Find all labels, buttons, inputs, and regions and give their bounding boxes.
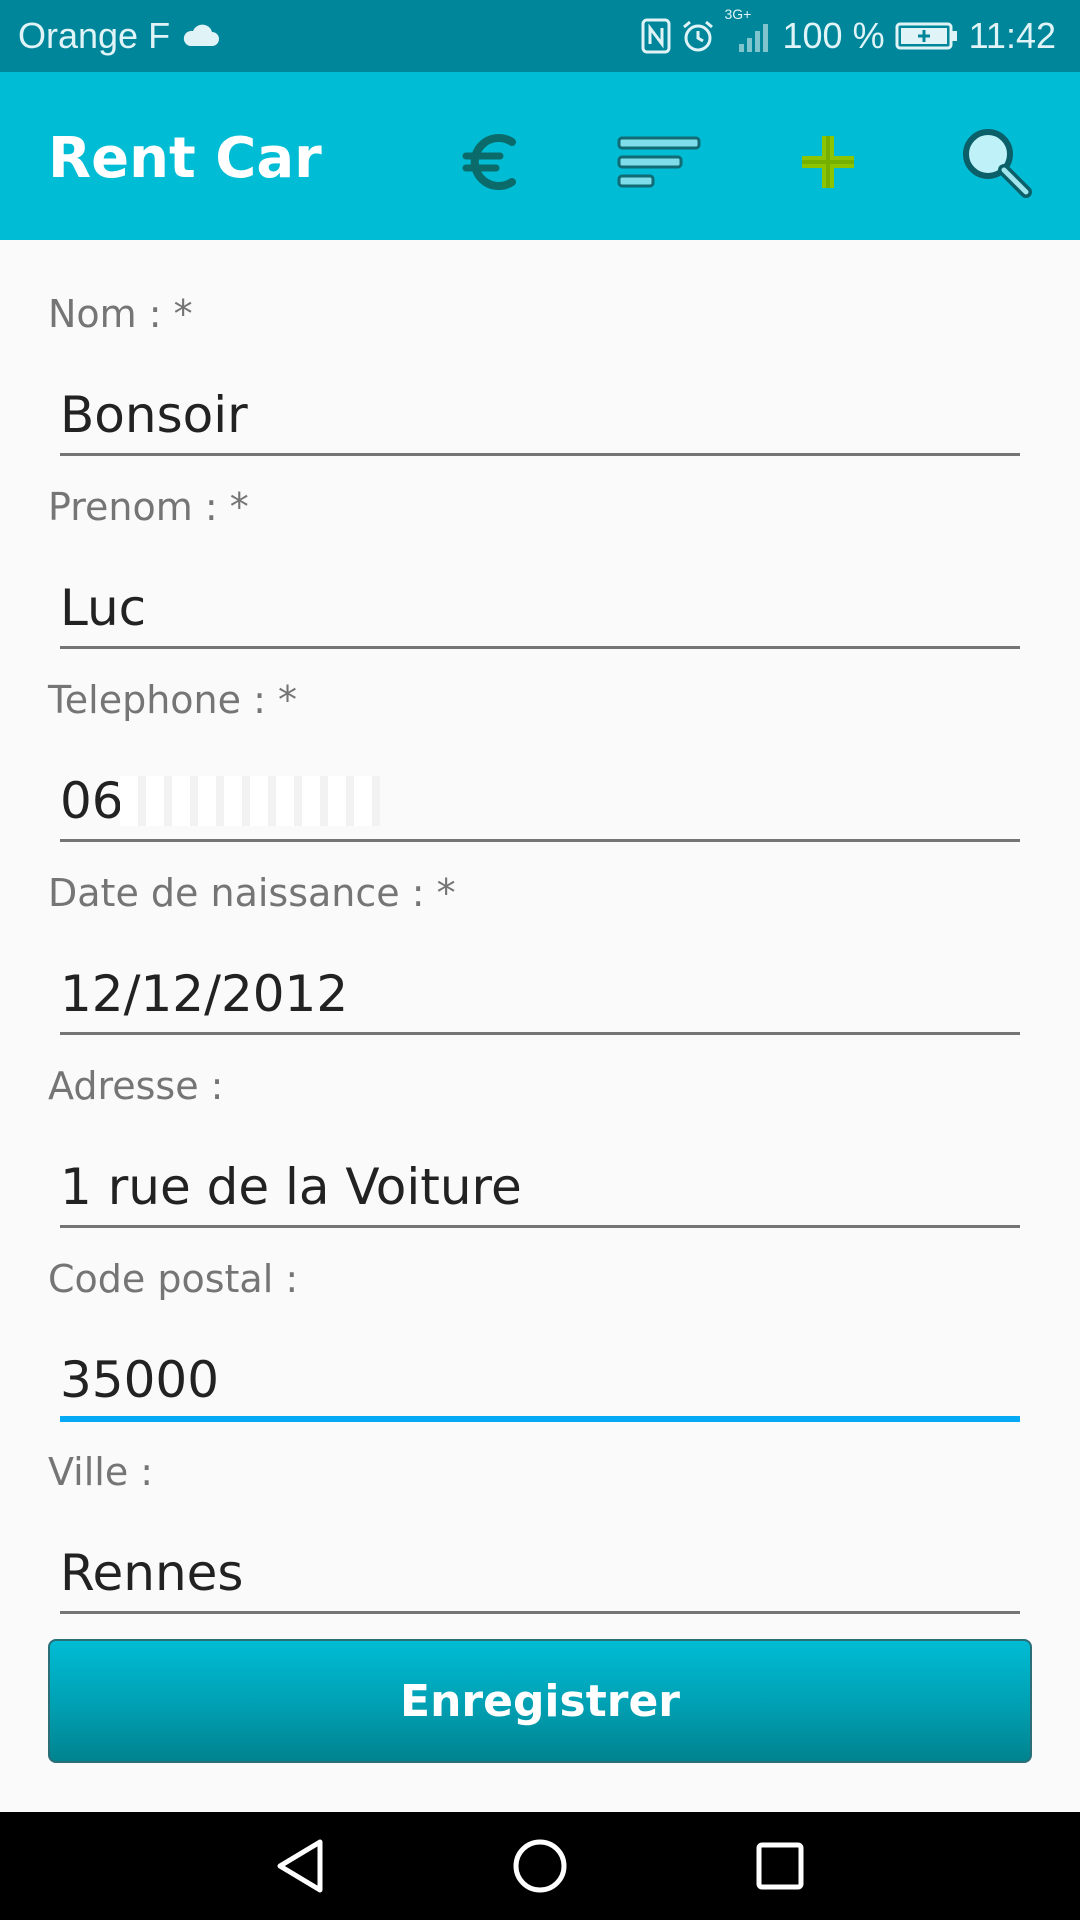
- euro-button[interactable]: [444, 114, 540, 210]
- nav-bar: [0, 1812, 1080, 1920]
- search-button[interactable]: [948, 114, 1044, 210]
- code-postal-field: Code postal :: [0, 1205, 1080, 1422]
- back-button[interactable]: [260, 1826, 340, 1906]
- app-bar: Rent Car: [0, 72, 1080, 240]
- ville-label: Ville :: [48, 1450, 154, 1494]
- back-icon: [277, 1839, 323, 1893]
- birthdate-label: Date de naissance : *: [48, 871, 456, 915]
- carrier-name: Orange F: [18, 15, 171, 56]
- nfc-icon: [641, 18, 671, 54]
- telephone-label: Telephone : *: [48, 678, 297, 722]
- network-type: 3G+: [724, 6, 752, 22]
- status-right: 3G+ 100 % 11:42: [641, 6, 1056, 57]
- ville-field: Ville :: [0, 1398, 1080, 1614]
- clock: 11:42: [968, 15, 1056, 56]
- euro-icon: [462, 134, 516, 190]
- status-bar: Orange F 3G+ 100 % 11:42: [0, 0, 1080, 72]
- battery-percent: 100 %: [782, 15, 885, 56]
- cloud-icon: [180, 22, 220, 50]
- adresse-label: Adresse :: [48, 1064, 224, 1108]
- app-title: Rent Car: [48, 126, 322, 191]
- ville-input[interactable]: [60, 1535, 1020, 1610]
- prenom-field: Prenom : *: [0, 433, 1080, 649]
- nom-label: Nom : *: [48, 292, 193, 336]
- birthdate-field: Date de naissance : *: [0, 819, 1080, 1035]
- recents-icon: [756, 1842, 804, 1890]
- nom-field: Nom : *: [0, 240, 1080, 456]
- ville-underline: [60, 1611, 1020, 1614]
- code-postal-label: Code postal :: [48, 1257, 299, 1301]
- adresse-field: Adresse :: [0, 1012, 1080, 1228]
- add-button[interactable]: [780, 114, 876, 210]
- search-icon: [963, 129, 1032, 198]
- home-icon: [513, 1839, 567, 1893]
- add-icon: [802, 136, 854, 188]
- alarm-icon: [681, 19, 715, 53]
- battery-icon: [895, 21, 959, 51]
- home-button[interactable]: [500, 1826, 580, 1906]
- sort-icon: [617, 136, 701, 188]
- recents-button[interactable]: [740, 1826, 820, 1906]
- prenom-label: Prenom : *: [48, 485, 249, 529]
- status-left: Orange F: [18, 15, 220, 57]
- telephone-field: Telephone : *: [0, 626, 1080, 842]
- sort-button[interactable]: [612, 114, 708, 210]
- save-button[interactable]: Enregistrer: [48, 1639, 1032, 1763]
- screen: Orange F 3G+ 100 % 11:42 Rent Car Nom: …: [0, 0, 1080, 1920]
- signal-icon: 3G+: [725, 6, 773, 54]
